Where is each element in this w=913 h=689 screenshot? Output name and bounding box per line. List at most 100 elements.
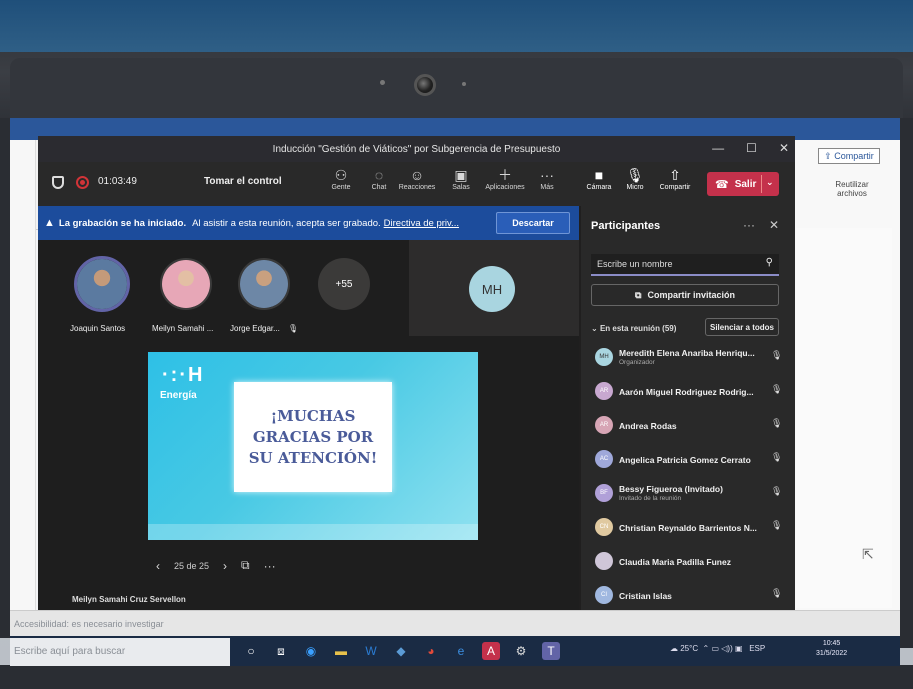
participant-initials: CI (595, 586, 613, 604)
panel-close-icon[interactable]: ✕ (769, 218, 779, 232)
acrobat-icon[interactable]: A (482, 642, 500, 660)
shield-icon[interactable] (52, 176, 64, 189)
take-control-button[interactable]: Tomar el control (204, 176, 282, 187)
participant-row[interactable]: AR Aarón Miguel Rodriguez Rodrig... 🎙 (591, 376, 787, 408)
mic-off-icon[interactable]: 🎙 (771, 486, 782, 497)
background-blue-wall (0, 0, 913, 52)
teams-icon[interactable]: T (542, 642, 560, 660)
panel-more-icon[interactable]: ··· (743, 218, 755, 232)
word-share-button[interactable]: ⇪ Compartir (818, 148, 880, 164)
share-invite-icon: ⧉ (635, 289, 642, 300)
participant-row-name: Cristian Islas (619, 591, 672, 601)
mh-avatar: MH (469, 266, 515, 312)
warning-icon: ▲ (44, 217, 55, 229)
word-icon[interactable]: W (362, 642, 380, 660)
recording-icon (76, 176, 89, 189)
share-invite-button[interactable]: ⧉ Compartir invitación (591, 284, 779, 306)
participant-row[interactable]: AC Angelica Patricia Gomez Cerrato 🎙 (591, 444, 787, 476)
chat-label: Chat (371, 184, 387, 191)
in-meeting-label: En esta reunión (59) (599, 324, 677, 333)
teams-titlebar: Inducción "Gestión de Viáticos" por Subg… (38, 136, 795, 162)
mic-off-icon[interactable]: 🎙 (771, 520, 782, 531)
slide-logo: ·:·H (162, 364, 205, 386)
teams-meeting-window: Inducción "Gestión de Viáticos" por Subg… (38, 136, 795, 610)
close-icon[interactable]: ✕ (779, 141, 789, 155)
search-circle-icon[interactable]: ○ (242, 642, 260, 660)
dismiss-button[interactable]: Descartar (496, 212, 570, 234)
participant-row[interactable]: AR Andrea Rodas 🎙 (591, 410, 787, 442)
mute-all-button[interactable]: Silenciar a todos (705, 318, 779, 336)
share-button[interactable]: ⇧ Compartir (652, 166, 698, 191)
edge-icon[interactable]: ◉ (302, 642, 320, 660)
reactions-icon: ☺ (409, 167, 425, 183)
participant-row[interactable]: MH Meredith Elena Anariba Henriqu... Org… (591, 342, 787, 374)
search-icon[interactable]: ⚲ (766, 257, 773, 268)
participant-row[interactable]: CN Christian Reynaldo Barrientos N... 🎙 (591, 512, 787, 544)
participant-photo (77, 259, 127, 309)
shared-slide: ·:·H Energía ¡MUCHAS GRACIAS POR SU ATEN… (148, 352, 478, 540)
participant-avatar[interactable] (238, 258, 290, 310)
internet-explorer-icon[interactable]: e (452, 642, 470, 660)
mic-off-icon[interactable]: 🎙 (771, 384, 782, 395)
settings-icon[interactable]: ⚙ (512, 642, 530, 660)
search-input[interactable] (591, 254, 751, 274)
chevron-left-icon[interactable]: ‹ (156, 559, 160, 573)
participant-row-name: Andrea Rodas (619, 421, 677, 431)
participant-photo (240, 260, 288, 308)
clock[interactable]: 10:45 31/5/2022 (816, 639, 847, 659)
file-explorer-icon[interactable]: ▬ (332, 642, 350, 660)
rooms-label: Salas (452, 184, 470, 191)
clock-time: 10:45 (822, 640, 841, 647)
slide-counter: 25 de 25 (174, 560, 210, 571)
reuse-files-label[interactable]: Reutilizar archivos (822, 180, 882, 198)
participant-initials: CN (595, 518, 613, 536)
participant-initials: BF (595, 484, 613, 502)
apps-button[interactable]: ＋ Aplicaciones (482, 166, 528, 191)
word-statusbar: Accesibilidad: es necesario investigar (10, 610, 900, 636)
privacy-policy-link[interactable]: Directiva de priv... (384, 218, 459, 229)
more-options-icon[interactable]: ··· (264, 559, 276, 573)
participant-avatar[interactable] (160, 258, 212, 310)
chevron-right-icon[interactable]: › (223, 559, 227, 573)
mic-off-icon[interactable]: 🎙 (771, 588, 782, 599)
mh-video-tile[interactable]: MH (409, 240, 579, 336)
participant-row-role: Organizador (619, 359, 655, 366)
more-participants-bubble[interactable]: +55 (318, 258, 370, 310)
mic-off-icon[interactable]: 🎙 (771, 350, 782, 361)
word-share-label: Compartir (834, 151, 874, 161)
mic-label: Micro (626, 184, 644, 191)
reactions-button[interactable]: ☺ Reacciones (394, 166, 440, 191)
phone-hangup-icon: ☎ (715, 178, 729, 191)
in-meeting-heading[interactable]: ⌄ En esta reunión (59) (591, 324, 676, 333)
accessibility-status[interactable]: Accesibilidad: es necesario investigar (14, 619, 164, 629)
maximize-icon[interactable]: ☐ (746, 141, 757, 155)
mic-off-icon[interactable]: 🎙 (771, 418, 782, 429)
mic-off-icon[interactable]: 🎙 (771, 452, 782, 463)
bezel-strip (10, 58, 903, 120)
rooms-button[interactable]: ▣ Salas (438, 166, 484, 191)
chevron-down-icon[interactable]: ⌄ (766, 177, 774, 188)
more-button[interactable]: ··· Más (524, 166, 570, 191)
participant-initials: AC (595, 450, 613, 468)
outlook-icon[interactable]: ◆ (392, 642, 410, 660)
participant-row[interactable]: Claudia Maria Padilla Funez (591, 546, 787, 578)
slide-brand: Energía (160, 390, 197, 401)
task-view-icon[interactable]: ⧈ (272, 642, 290, 660)
chrome-icon[interactable]: ◕ (422, 642, 440, 660)
leave-button[interactable]: ☎ Salir ⌄ (707, 172, 779, 196)
laptop-bezel-right (900, 118, 913, 648)
participant-row[interactable]: CI Cristian Islas 🎙 (591, 580, 787, 610)
taskbar-search[interactable]: Escribe aquí para buscar (10, 638, 230, 666)
participant-row[interactable]: BF Bessy Figueroa (Invitado) Invitado de… (591, 478, 787, 510)
chat-icon: ◌ (374, 167, 384, 183)
participant-name: Joaquin Santos (70, 324, 126, 333)
minimize-icon[interactable]: — (712, 141, 724, 155)
meeting-toolbar: 01:03:49 Tomar el control ⚇ Gente ◌ Chat ☺… (38, 162, 795, 206)
participant-row-name: Meredith Elena Anariba Henriqu... (619, 348, 755, 358)
language-indicator[interactable]: ESP (749, 644, 765, 653)
participant-avatar[interactable] (74, 256, 130, 312)
mouse-cursor-icon: ⇱ (862, 546, 874, 562)
slide-message: ¡MUCHAS GRACIAS POR SU ATENCIÓN! (248, 406, 378, 467)
weather-temp[interactable]: 25°C (680, 644, 698, 653)
slide-grid-icon[interactable]: ⧉ (241, 558, 250, 573)
